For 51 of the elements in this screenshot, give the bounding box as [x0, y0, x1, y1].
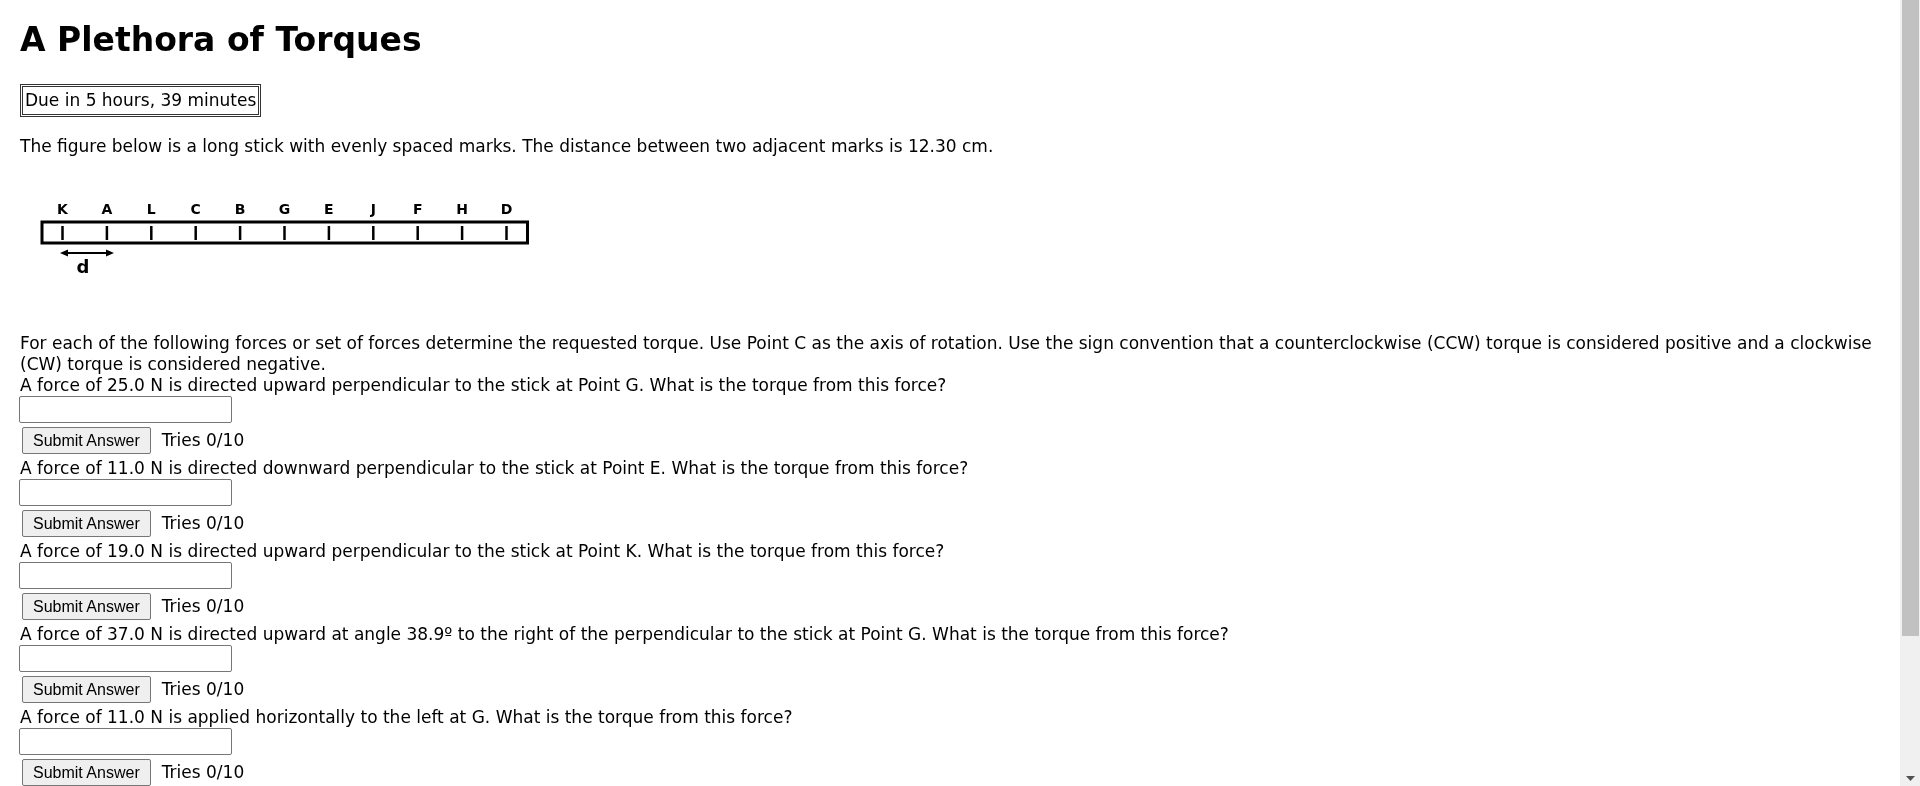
scrollbar-thumb[interactable]: [1901, 0, 1919, 636]
scrollbar-track[interactable]: [1900, 0, 1920, 786]
tick-mark: [61, 226, 64, 240]
tick-mark: [238, 226, 242, 240]
question-text: A force of 25.0 N is directed upward perpendicular to the stick at Point G. What is the torque from this force?: [20, 375, 947, 396]
point-label: F: [412, 201, 423, 217]
answer-field[interactable]: [19, 479, 232, 506]
point-label: G: [278, 201, 291, 217]
tries-counter: Tries 0/10: [161, 513, 245, 534]
point-label: A: [101, 201, 113, 217]
tick-mark: [283, 226, 286, 240]
due-notice: Due in 5 hours, 39 minutes: [20, 84, 262, 117]
submit-answer-button[interactable]: Submit Answer: [22, 676, 151, 703]
submit-answer-button[interactable]: Submit Answer: [22, 427, 151, 454]
tick-mark: [505, 226, 508, 240]
tries-counter: Tries 0/10: [161, 430, 245, 451]
tick-mark: [105, 226, 109, 240]
double-arrow: [60, 249, 114, 257]
page-title: A Plethora of Torques: [20, 20, 423, 60]
question-text: A force of 11.0 N is applied horizontally to the left at G. What is the torque from this force?: [20, 707, 793, 728]
tick-mark: [416, 226, 419, 240]
question-text: A force of 11.0 N is directed downward perpendicular to the stick at Point E. What is the torque from this force?: [20, 458, 969, 479]
point-label: D: [500, 201, 513, 217]
tick-mark: [150, 226, 153, 240]
point-label: B: [234, 201, 246, 217]
tries-counter: Tries 0/10: [161, 762, 245, 783]
tick-mark: [372, 226, 375, 240]
intro-text: The figure below is a long stick with evenly spaced marks. The distance between two adjacent marks is 12.30 cm.: [20, 136, 995, 157]
submit-answer-button[interactable]: Submit Answer: [22, 759, 151, 786]
question-text: A force of 19.0 N is directed upward perpendicular to the stick at Point K. What is the torque from this force?: [20, 541, 945, 562]
tries-counter: Tries 0/10: [161, 679, 245, 700]
submit-answer-button[interactable]: Submit Answer: [22, 510, 151, 537]
tick-mark: [194, 226, 197, 240]
point-label: L: [146, 201, 156, 217]
question-text: A force of 37.0 N is directed upward at angle 38.9º to the right of the perpendicular to the stick at Point G. What is the torque from this force?: [20, 624, 1229, 645]
tick-mark: [327, 226, 331, 240]
instructions-text: For each of the following forces or set of forces determine the requested torque. Use Point C as the axis of rotation. Use the sign convention that a counterclockwise (CCW) torque is considered positive and a clockwise (CW) torque is considered negative.: [20, 333, 1873, 375]
tick-mark: [460, 226, 464, 240]
answer-field[interactable]: [19, 396, 232, 423]
point-label: E: [324, 201, 334, 217]
scroll-down-arrow-icon[interactable]: [1905, 776, 1915, 781]
tries-counter: Tries 0/10: [161, 596, 245, 617]
answer-field[interactable]: [19, 728, 232, 755]
submit-answer-button[interactable]: Submit Answer: [22, 593, 151, 620]
point-label: K: [57, 201, 68, 217]
answer-field[interactable]: [19, 562, 232, 589]
distance-label: d: [76, 256, 90, 277]
answer-field[interactable]: [19, 645, 232, 672]
point-label: C: [190, 201, 201, 217]
point-label: J: [370, 201, 376, 217]
point-label: H: [456, 201, 468, 217]
